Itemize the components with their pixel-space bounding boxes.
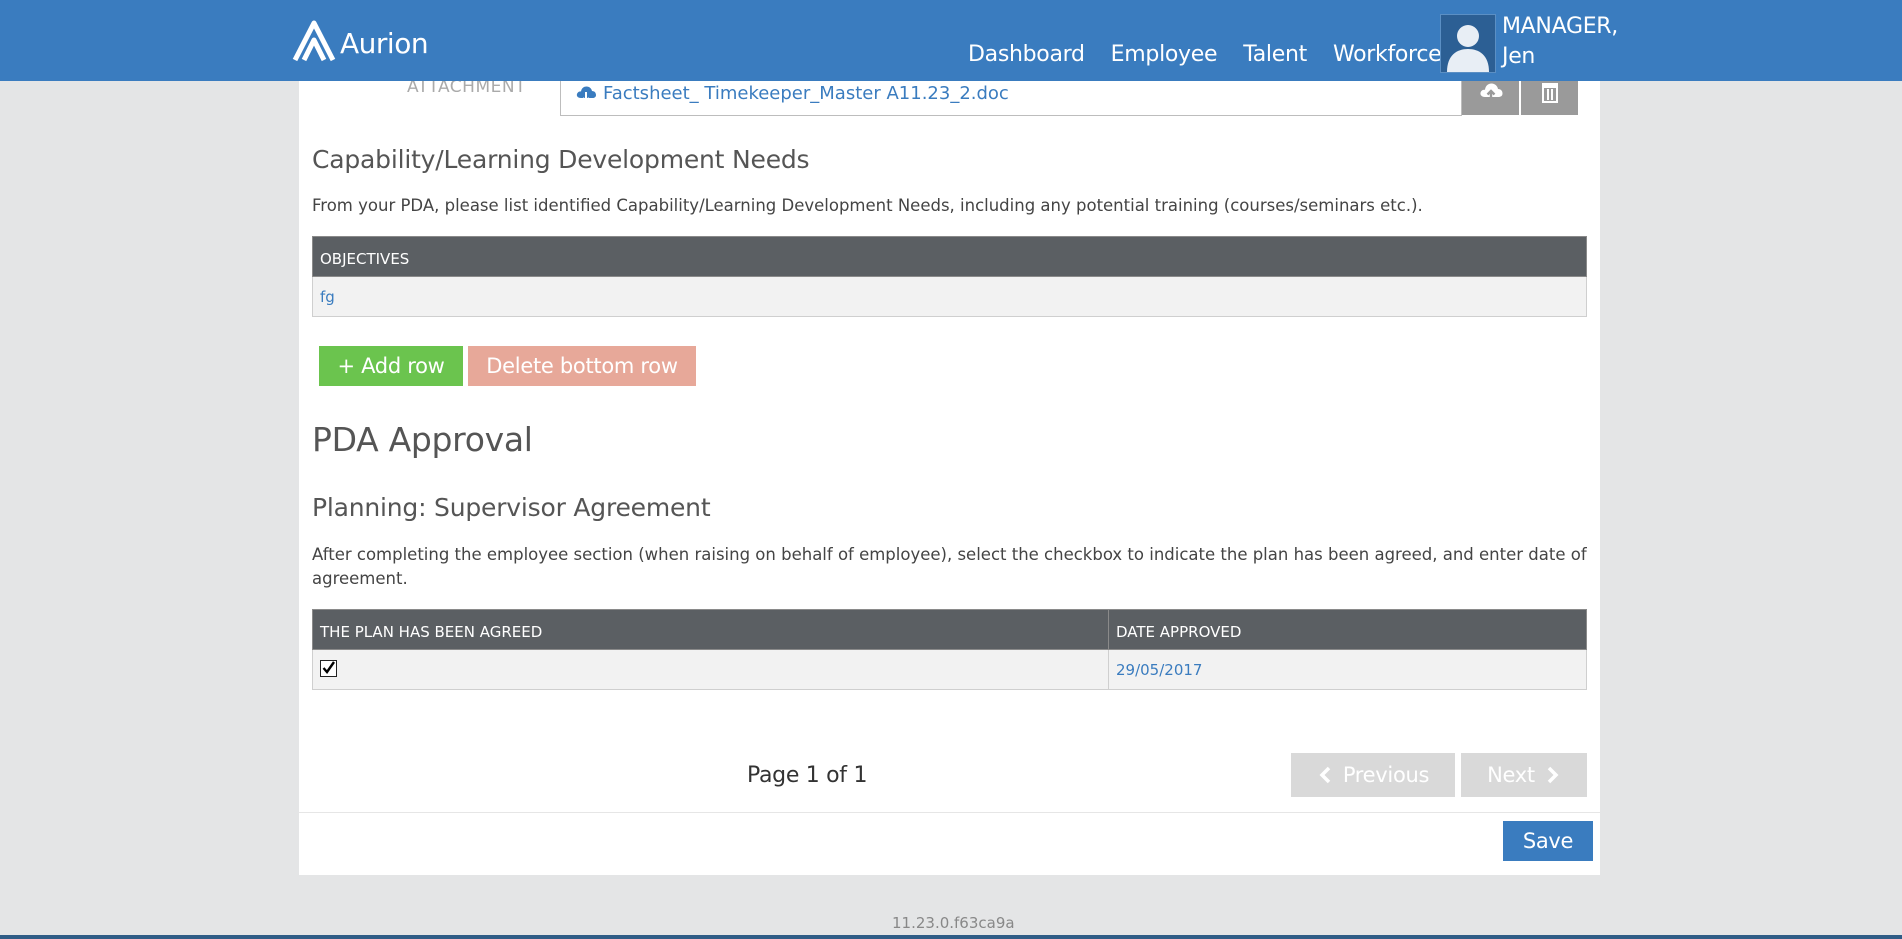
previous-button[interactable]: Previous [1291,753,1455,797]
footer-divider [299,812,1600,813]
objective-cell[interactable]: fg [312,276,1587,317]
plan-agreed-cell [312,649,1109,690]
objectives-header: OBJECTIVES [312,236,1587,277]
nav-dashboard[interactable]: Dashboard [968,42,1085,67]
app-name: Aurion [340,26,429,60]
page-indicator: Page 1 of 1 [747,763,868,788]
approval-description: After completing the employee section (w… [312,545,1587,588]
nav-employee[interactable]: Employee [1111,42,1218,67]
aurion-logo-icon [292,20,336,62]
main-nav: Dashboard Employee Talent Workforce [968,42,1467,67]
table-row: fg [312,276,1587,317]
pda-approval-title: PDA Approval [312,420,533,459]
date-approved-cell[interactable]: 29/05/2017 [1108,649,1587,690]
capability-description: From your PDA, please list identified Ca… [312,196,1423,215]
checkmark-icon [322,661,335,674]
user-silhouette-icon [1447,25,1489,72]
capability-section-title: Capability/Learning Development Needs [312,145,810,174]
attachment-file-name: Factsheet_ Timekeeper_Master A11.23_2.do… [603,83,1009,104]
cloud-download-icon [576,86,596,102]
next-label: Next [1487,763,1535,787]
aurion-logo[interactable]: Aurion [292,18,429,62]
bottom-strip [0,935,1902,939]
version-label: 11.23.0.f63ca9a [892,914,1015,932]
trash-icon [1541,83,1558,103]
table-row: 29/05/2017 [312,649,1587,690]
cloud-upload-icon [1479,83,1502,102]
plan-agreed-header: THE PLAN HAS BEEN AGREED [312,609,1109,650]
user-name[interactable]: MANAGER, Jen [1502,12,1618,72]
nav-talent[interactable]: Talent [1243,42,1307,67]
chevron-right-icon [1547,766,1559,784]
avatar[interactable] [1440,14,1496,73]
approval-table: THE PLAN HAS BEEN AGREED DATE APPROVED 2… [312,609,1587,690]
date-approved-header: DATE APPROVED [1108,609,1587,650]
previous-label: Previous [1342,763,1430,787]
next-button[interactable]: Next [1461,753,1587,797]
form-panel: ATTACHMENT Factsheet_ Timekeeper_Master … [299,69,1600,875]
objectives-table: OBJECTIVES fg [312,236,1587,317]
plan-agreed-checkbox[interactable] [320,660,337,677]
save-button[interactable]: Save [1503,821,1593,861]
user-name-line1: MANAGER, [1502,14,1618,39]
chevron-left-icon [1319,766,1331,784]
delete-bottom-row-button[interactable]: Delete bottom row [468,346,696,386]
supervisor-agreement-title: Planning: Supervisor Agreement [312,493,711,522]
add-row-button[interactable]: + Add row [319,346,463,386]
attachment-file-link[interactable]: Factsheet_ Timekeeper_Master A11.23_2.do… [575,83,1009,104]
nav-workforce[interactable]: Workforce [1333,42,1442,67]
top-bar: Aurion Dashboard Employee Talent Workfor… [0,0,1902,81]
user-name-line2: Jen [1502,44,1536,69]
